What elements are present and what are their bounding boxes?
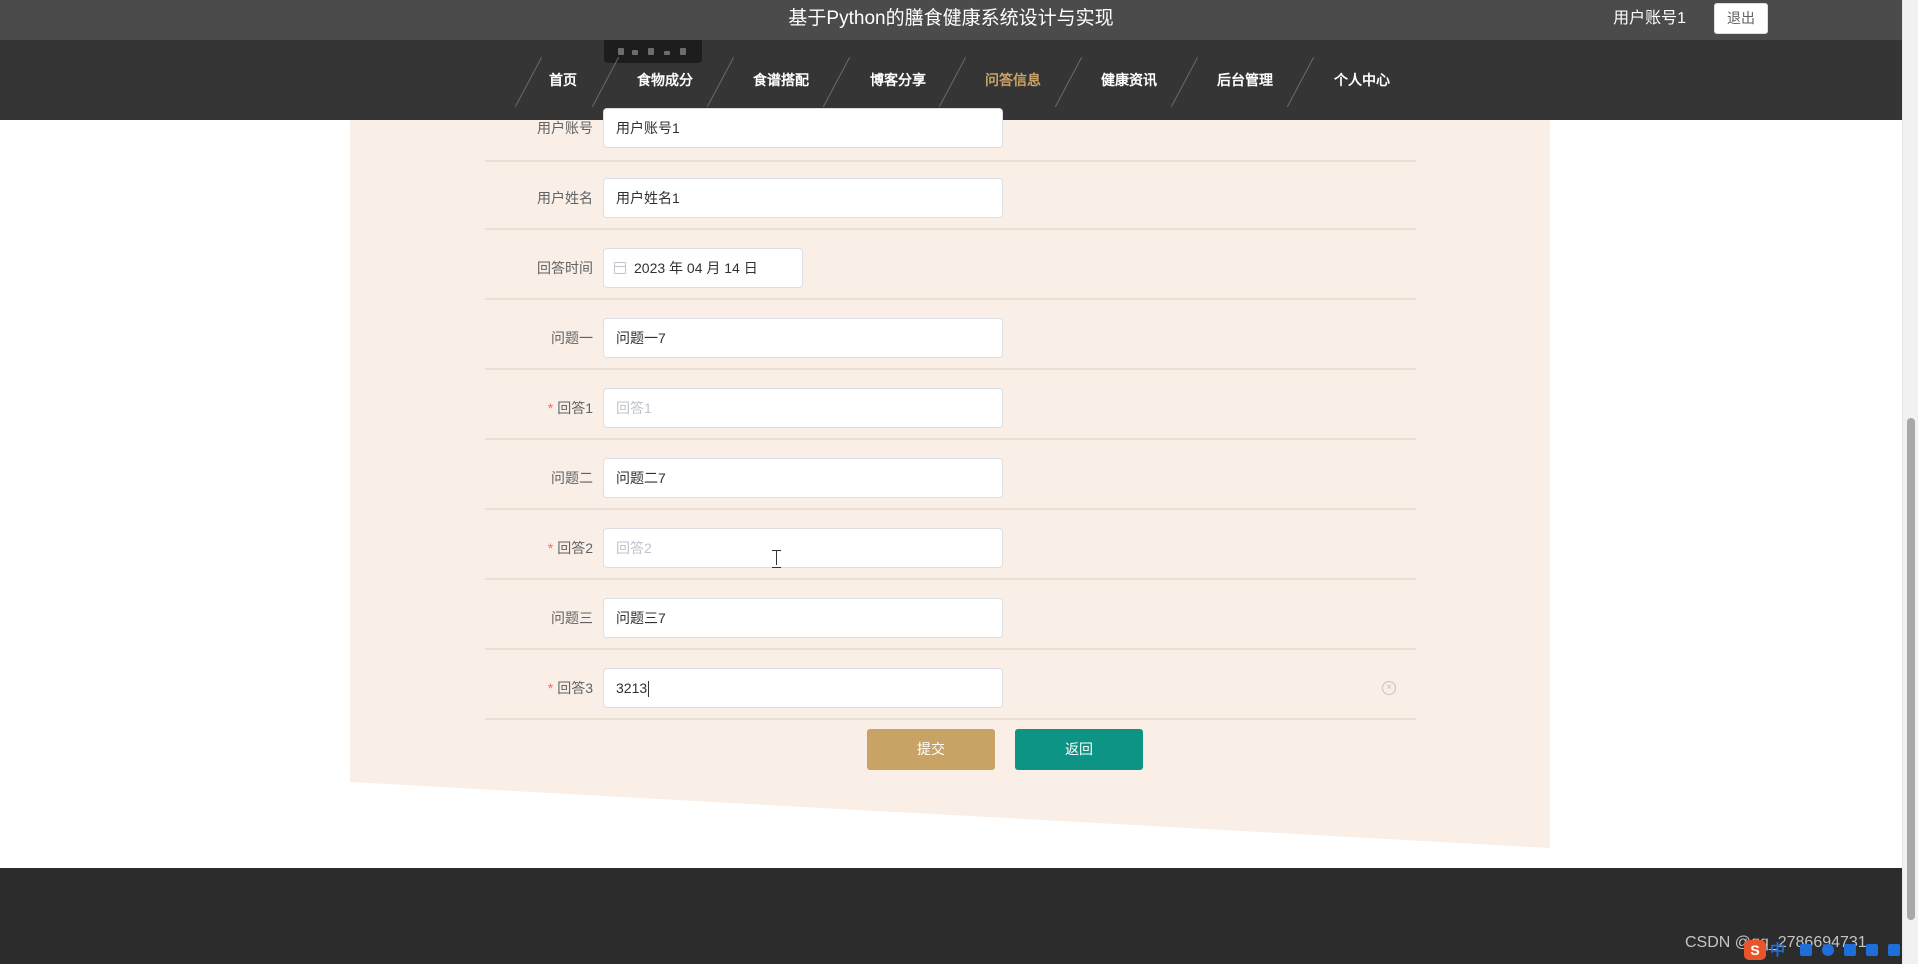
circle-close-icon[interactable]: × xyxy=(1382,681,1396,695)
question-three-input[interactable]: 问题三7 xyxy=(603,598,1003,638)
form-row-question-two: 问题二 问题二7 xyxy=(485,440,1416,510)
field-label: 问题三 xyxy=(551,610,593,626)
user-account-input[interactable]: 用户账号1 xyxy=(603,108,1003,148)
ime-menu-icon xyxy=(1888,944,1900,956)
ime-mode-label: 中 xyxy=(1770,942,1786,959)
form-row-answer-three: * 回答3 3213 xyxy=(485,650,1416,720)
ime-logo-icon: S xyxy=(1744,940,1766,960)
back-button[interactable]: 返回 xyxy=(1015,729,1143,770)
form-row-question-one: 问题一 问题一7 xyxy=(485,300,1416,370)
text-caret xyxy=(648,681,650,698)
required-mark: * xyxy=(547,540,554,556)
answer-two-input[interactable]: 回答2 xyxy=(603,528,1003,568)
required-mark: * xyxy=(547,680,554,696)
field-label: 回答时间 xyxy=(537,260,593,276)
ime-skin-icon xyxy=(1866,944,1878,956)
field-label: 用户姓名 xyxy=(537,190,593,206)
field-label: 问题二 xyxy=(551,470,593,486)
form-row-user-account: 用户账号 用户账号1 xyxy=(485,92,1416,162)
top-bar: 基于Python的膳食健康系统设计与实现 用户账号1 退出 xyxy=(0,0,1902,40)
page-scrollbar[interactable] xyxy=(1902,0,1918,964)
question-one-input[interactable]: 问题一7 xyxy=(603,318,1003,358)
ime-mic-icon xyxy=(1822,944,1834,956)
question-two-input[interactable]: 问题二7 xyxy=(603,458,1003,498)
field-label-text: 回答2 xyxy=(557,540,593,556)
ime-toolbar[interactable]: S 中 xyxy=(1744,938,1916,962)
form-row-answer-time: 回答时间 2023 年 04 月 14 日 xyxy=(485,230,1416,300)
text-cursor-icon xyxy=(772,550,781,568)
field-label-text: 回答3 xyxy=(557,680,593,696)
form-row-user-name: 用户姓名 用户姓名1 xyxy=(485,160,1416,230)
required-mark: * xyxy=(547,400,554,416)
field-label: 问题一 xyxy=(551,330,593,346)
submit-button[interactable]: 提交 xyxy=(867,729,995,770)
calendar-icon xyxy=(614,262,626,274)
form-row-question-three: 问题三 问题三7 xyxy=(485,580,1416,650)
form-row-answer-two: * 回答2 回答2 xyxy=(485,510,1416,580)
form-row-answer-one: * 回答1 回答1 xyxy=(485,370,1416,440)
field-label: 用户账号 xyxy=(537,120,593,136)
logout-button[interactable]: 退出 xyxy=(1714,3,1768,34)
answer-one-input[interactable]: 回答1 xyxy=(603,388,1003,428)
answer-three-input[interactable]: 3213 xyxy=(603,668,1003,708)
field-label: * 回答3 xyxy=(485,680,593,696)
field-label: * 回答2 xyxy=(485,540,593,556)
answer-time-date-picker[interactable]: 2023 年 04 月 14 日 xyxy=(603,248,803,288)
answer-three-value: 3213 xyxy=(616,680,648,696)
scrollbar-thumb[interactable] xyxy=(1907,418,1915,920)
field-label-text: 回答1 xyxy=(557,400,593,416)
current-user-label: 用户账号1 xyxy=(1613,10,1686,27)
answer-time-value: 2023 年 04 月 14 日 xyxy=(634,260,758,276)
user-name-input[interactable]: 用户姓名1 xyxy=(603,178,1003,218)
ime-punctuation-icon xyxy=(1800,944,1812,956)
page-footer xyxy=(0,868,1902,964)
field-label: * 回答1 xyxy=(485,400,593,416)
ime-keyboard-icon xyxy=(1844,944,1856,956)
